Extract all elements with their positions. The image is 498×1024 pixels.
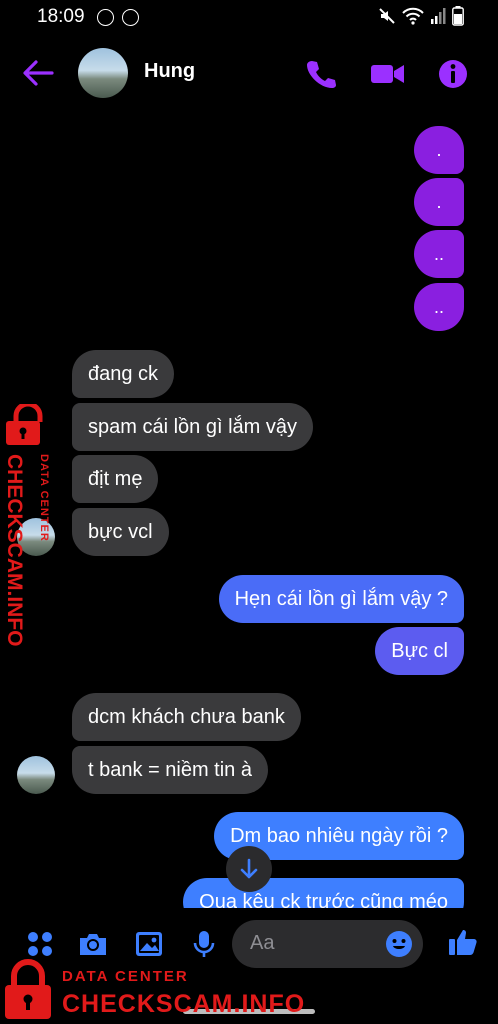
message-text: t bank = niềm tin à [88,759,252,781]
message-bubble-incoming[interactable]: đang ck [72,350,175,398]
message-bubble-outgoing[interactable]: Bực cl [375,627,464,675]
message-text: Qua kêu ck trước cũng méo [199,891,448,908]
message-bubble-incoming[interactable]: t bank = niềm tin à [72,746,268,794]
messenger-icon [97,9,114,26]
sender-avatar[interactable] [17,756,55,794]
messenger-icon [122,9,139,26]
message-bubble-incoming[interactable]: dcm khách chưa bank [72,693,301,741]
wifi-icon [402,7,424,25]
sender-avatar[interactable] [17,518,55,556]
arrow-down-icon [240,858,258,879]
battery-icon [452,6,464,26]
camera-icon[interactable] [77,928,109,960]
message-text: .. [433,243,444,264]
video-icon[interactable] [370,58,406,90]
status-bar: 18:09 [0,0,498,34]
image-icon[interactable] [133,928,165,960]
info-icon[interactable] [437,58,469,90]
message-bubble-outgoing[interactable]: . [414,178,464,226]
scroll-to-bottom-button[interactable] [226,846,272,892]
mute-icon [379,8,395,24]
message-input-placeholder: Aa [250,932,275,954]
message-text: Hẹn cái lồn gì lắm vậy ? [234,588,448,610]
gesture-handle[interactable] [183,1009,315,1014]
message-bubble-incoming[interactable]: bực vcl [72,508,169,556]
back-arrow-icon[interactable] [22,58,54,88]
message-bubble-outgoing[interactable]: Qua kêu ck trước cũng méo [183,878,464,908]
message-composer: Aa [0,908,498,1024]
message-bubble-incoming[interactable]: địt mẹ [72,455,159,503]
message-bubble-outgoing[interactable]: .. [414,283,464,331]
message-text: địt mẹ [88,468,143,490]
message-thread[interactable]: . . .. .. đang ck spam cái lồn gì lắm vậ… [0,106,498,908]
status-icons [378,6,464,26]
message-text: .. [433,296,444,317]
conversation-header: Hung [0,40,498,106]
contact-avatar[interactable] [78,48,128,98]
contact-name[interactable]: Hung [144,60,195,83]
status-time: 18:09 [37,6,85,27]
message-text: Dm bao nhiêu ngày rồi ? [230,825,448,847]
message-bubble-outgoing[interactable]: .. [414,230,464,278]
signal-icon [431,8,446,24]
message-bubble-incoming[interactable]: spam cái lồn gì lắm vậy [72,403,313,451]
message-bubble-outgoing[interactable]: Hẹn cái lồn gì lắm vậy ? [218,575,464,623]
message-text: Bực cl [391,640,448,662]
thumbs-up-icon[interactable] [447,926,479,958]
emoji-icon[interactable] [385,930,413,958]
microphone-icon[interactable] [188,928,220,960]
message-text: . [436,191,442,212]
message-text: spam cái lồn gì lắm vậy [88,416,297,438]
apps-icon[interactable] [24,928,56,960]
phone-icon[interactable] [305,58,337,90]
message-text: dcm khách chưa bank [88,706,285,728]
message-input[interactable]: Aa [232,920,423,968]
message-text: . [436,139,442,160]
message-text: đang ck [88,363,159,385]
message-bubble-outgoing[interactable]: . [414,126,464,174]
message-text: bực vcl [88,521,153,543]
